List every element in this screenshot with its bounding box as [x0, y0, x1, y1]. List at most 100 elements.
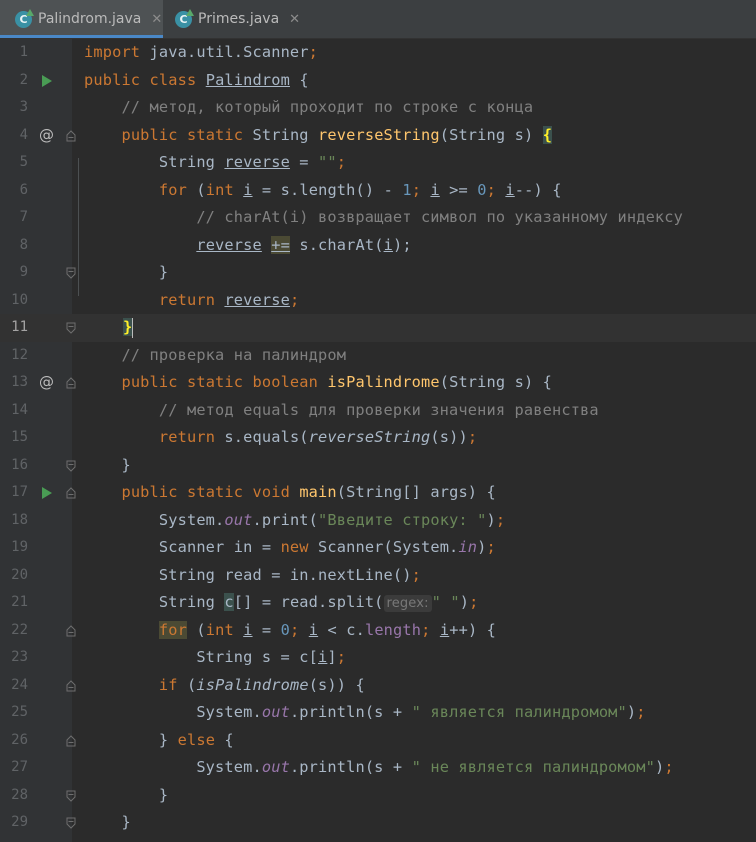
code-line: 6 for (int i = s.length() - 1; i >= 0; i… — [0, 177, 756, 205]
line-number: 2 — [19, 71, 28, 88]
line-number: 20 — [11, 566, 28, 583]
code-text: reverse += s.charAt(i); — [196, 235, 412, 254]
code-line: 19 Scanner in = new Scanner(System.in); — [0, 534, 756, 562]
line-number: 6 — [19, 181, 28, 198]
tab-palindrom-java[interactable]: C Palindrom.java ✕ — [0, 0, 163, 38]
code-text: System.out.println(s + " является палинд… — [84, 703, 646, 721]
code-line: 25 System.out.println(s + " является пал… — [0, 699, 756, 727]
line-number: 12 — [11, 346, 28, 363]
code-line: 17 public static void main(String[] args… — [0, 479, 756, 507]
line-number: 24 — [11, 676, 28, 693]
code-text: Scanner in = new Scanner(System.in); — [84, 538, 496, 556]
line-number: 7 — [19, 209, 28, 225]
code-line: 22 for (int i = 0; i < c.length; i++) { — [0, 617, 756, 645]
code-text: } — [84, 813, 131, 831]
fold-icon[interactable] — [66, 460, 76, 472]
code-text: public class Palindrom { — [84, 70, 309, 89]
line-number: 11 — [11, 319, 28, 335]
code-text: } — [84, 263, 169, 281]
line-number: 26 — [11, 731, 28, 748]
code-text: String reverse = ""; — [84, 153, 347, 171]
close-icon[interactable]: ✕ — [289, 12, 300, 27]
line-number: 23 — [11, 649, 28, 665]
fold-icon[interactable] — [66, 679, 76, 692]
fold-icon[interactable] — [66, 322, 76, 334]
close-icon[interactable]: ✕ — [151, 12, 162, 27]
code-line: 28 } — [0, 782, 756, 810]
java-class-icon: C — [175, 8, 194, 28]
code-line: 24 if (isPalindrome(s)) { — [0, 672, 756, 700]
code-line: 14 // метод equals для проверки значения… — [0, 397, 756, 425]
code-text: } — [123, 317, 134, 338]
line-number: 10 — [11, 291, 28, 308]
current-line: 11 } — [0, 314, 756, 342]
code-text: import java.util.Scanner; — [84, 43, 319, 61]
code-line: 29 } — [0, 809, 756, 837]
code-text: } — [84, 455, 131, 474]
run-icon[interactable] — [36, 67, 58, 95]
run-icon[interactable] — [36, 479, 58, 507]
line-number: 28 — [11, 786, 28, 803]
line-number: 25 — [11, 704, 28, 720]
line-number: 22 — [11, 621, 28, 638]
code-line: 15 return s.equals(reverseString(s)); — [0, 424, 756, 452]
code-text: System.out.print("Введите строку: "); — [84, 510, 506, 529]
code-comment: // charAt(i) возвращает символ по указан… — [84, 208, 684, 226]
code-line: 16 } — [0, 452, 756, 480]
code-text: String read = in.nextLine(); — [84, 565, 421, 584]
line-number: 9 — [19, 264, 28, 280]
code-comment: // метод equals для проверки значения ра… — [84, 400, 599, 419]
fold-icon[interactable] — [66, 734, 76, 747]
code-line: 21 String c[] = read.split(regex: " "); — [0, 589, 756, 617]
code-text: public static void main(String[] args) { — [121, 483, 496, 501]
code-text: if (isPalindrome(s)) { — [158, 675, 365, 694]
code-comment: // метод, который проходит по строке с к… — [84, 98, 534, 116]
line-number: 16 — [11, 456, 28, 473]
fold-icon[interactable] — [66, 817, 76, 829]
line-number: 29 — [11, 814, 28, 830]
code-line: 13 @ public static boolean isPalindrome(… — [0, 369, 756, 397]
override-icon[interactable]: @ — [36, 369, 58, 397]
line-number: 4 — [19, 126, 28, 143]
line-number: 14 — [11, 401, 28, 418]
tab-primes-java[interactable]: C Primes.java ✕ — [175, 0, 300, 38]
code-line: 9 } — [0, 259, 756, 287]
code-line: 26 } else { — [0, 727, 756, 755]
code-line: 10 return reverse; — [0, 287, 756, 315]
code-line: 3 // метод, который проходит по строке с… — [0, 94, 756, 122]
line-number: 5 — [19, 154, 28, 170]
code-text: System.out.println(s + " не является пал… — [84, 758, 674, 776]
code-line: 5 String reverse = ""; — [0, 149, 756, 177]
override-icon[interactable]: @ — [36, 122, 58, 150]
code-text: String c[] = read.split(regex: " "); — [84, 593, 479, 612]
fold-icon[interactable] — [66, 487, 76, 499]
fold-icon[interactable] — [66, 790, 76, 802]
code-text: for (int i = s.length() - 1; i >= 0; i--… — [158, 180, 562, 199]
code-text: for (int i = 0; i < c.length; i++) { — [158, 620, 497, 639]
code-line: 23 String s = c[i]; — [0, 644, 756, 672]
java-class-icon: C — [15, 8, 34, 28]
code-line: 8 reverse += s.charAt(i); — [0, 232, 756, 260]
code-line: 1 import java.util.Scanner; — [0, 39, 756, 67]
line-number: 3 — [19, 99, 28, 115]
code-line: 20 String read = in.nextLine(); — [0, 562, 756, 590]
line-number: 19 — [11, 539, 28, 555]
line-number: 13 — [11, 374, 28, 390]
line-number: 27 — [11, 759, 28, 775]
fold-icon[interactable] — [66, 267, 76, 279]
code-text: public static String reverseString(Strin… — [121, 125, 553, 144]
fold-icon[interactable] — [66, 377, 76, 389]
line-number: 8 — [19, 236, 28, 253]
editor-tab-bar: C Palindrom.java ✕ C Primes.java ✕ — [0, 0, 756, 39]
code-line: 12 // проверка на палиндром — [0, 342, 756, 370]
line-number: 15 — [11, 429, 28, 445]
code-line: 18 System.out.print("Введите строку: "); — [0, 507, 756, 535]
fold-icon[interactable] — [66, 624, 76, 637]
fold-icon[interactable] — [66, 129, 76, 142]
text-cursor — [132, 317, 134, 338]
parameter-hint: regex: — [383, 595, 432, 612]
code-text: String s = c[i]; — [84, 648, 347, 666]
code-line: 7 // charAt(i) возвращает символ по указ… — [0, 204, 756, 232]
code-text: public static boolean isPalindrome(Strin… — [121, 373, 553, 391]
tab-label: Palindrom.java — [38, 11, 142, 27]
